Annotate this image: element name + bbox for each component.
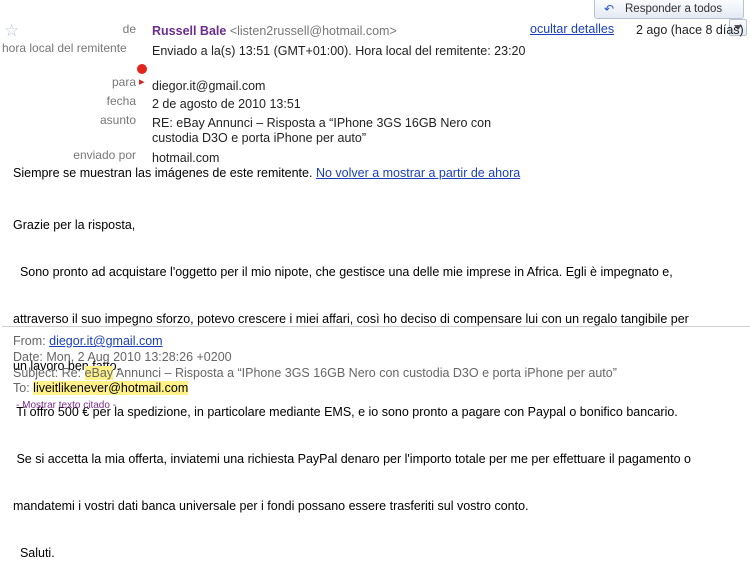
quoted-subject-highlight: eBay <box>84 366 114 380</box>
body-line: attraverso il suo impegno sforzo, potevo… <box>13 311 689 326</box>
star-icon[interactable]: ☆ <box>4 21 19 41</box>
quoted-date-value: Mon, 2 Aug 2010 13:28:26 +0200 <box>46 350 232 364</box>
sent-by-value: hotmail.com <box>152 151 220 165</box>
show-quoted-text-link[interactable]: - Mostrar texto citado - <box>16 400 116 411</box>
body-line: Se si accetta la mia offerta, inviatemi … <box>13 452 691 467</box>
quoted-subject-label: Subject: <box>13 366 59 380</box>
quoted-subject-prefix: Re: <box>61 366 82 380</box>
date-value: 2 de agosto de 2010 13:51 <box>152 97 301 111</box>
images-notice: Siempre se muestran las imágenes de este… <box>13 166 520 180</box>
quoted-to: To: liveitlikenever@hotmail.com <box>13 381 189 395</box>
sent-by-label: enviado por <box>73 148 136 162</box>
video-chat-icon[interactable]: ▸ <box>139 75 145 88</box>
reply-arrow-icon: ↶ <box>604 2 615 16</box>
quote-divider <box>2 326 750 327</box>
to-value: diegor.it@gmail.com <box>152 79 266 93</box>
date-short: 2 ago (hace 8 días) <box>636 23 744 37</box>
local-time-value: Enviado a la(s) 13:51 (GMT+01:00). Hora … <box>152 44 526 58</box>
quoted-to-label: To: <box>13 381 30 395</box>
sender-email: <listen2russell@hotmail.com> <box>229 24 397 38</box>
images-notice-text: Siempre se muestran las imágenes de este… <box>13 166 313 180</box>
reply-all-button[interactable]: ↶ Responder a todos <box>594 0 744 19</box>
quoted-subject-rest: Annunci – Risposta a “IPhone 3GS 16GB Ne… <box>115 366 617 380</box>
local-time-label: hora local del remitente <box>2 41 127 55</box>
quoted-from-email[interactable]: diegor.it@gmail.com <box>49 334 162 348</box>
stop-showing-images-link[interactable]: No volver a mostrar a partir de ahora <box>316 166 520 180</box>
body-line: Sono pronto ad acquistare l'oggetto per … <box>13 264 673 279</box>
reply-all-label: Responder a todos <box>625 3 723 15</box>
quoted-from: From: diegor.it@gmail.com <box>13 334 163 348</box>
body-line: Saluti. <box>13 545 55 560</box>
body-line: mandatemi i vostri dati banca universale… <box>13 498 529 513</box>
quoted-from-label: From: <box>13 334 46 348</box>
quoted-date-label: Date: <box>13 350 43 364</box>
date-label: fecha <box>106 94 136 108</box>
subject-line-1: RE: eBay Annunci – Risposta a “IPhone 3G… <box>152 116 492 130</box>
sender: Russell Bale <listen2russell@hotmail.com… <box>152 24 397 38</box>
from-label: de <box>122 22 136 36</box>
subject-line-2: custodia D3O e porta iPhone per auto” <box>152 131 367 145</box>
quoted-date: Date: Mon, 2 Aug 2010 13:28:26 +0200 <box>13 350 232 364</box>
hide-details-link[interactable]: ocultar detalles <box>530 22 614 36</box>
quoted-subject: Subject: Re: eBay Annunci – Risposta a “… <box>13 366 617 380</box>
body-line: Grazie per la risposta, <box>13 218 136 233</box>
subject-label: asunto <box>99 113 136 127</box>
to-label: para <box>111 75 136 89</box>
quoted-to-email: liveitlikenever@hotmail.com <box>33 381 189 395</box>
sender-name[interactable]: Russell Bale <box>152 24 226 38</box>
